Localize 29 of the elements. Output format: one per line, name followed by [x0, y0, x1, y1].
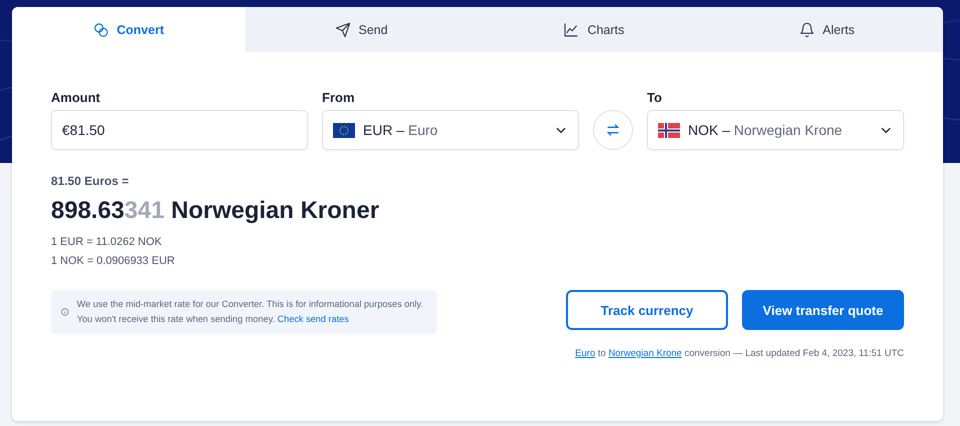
coins-icon [92, 22, 109, 38]
currency-link[interactable]: Euro [575, 348, 596, 359]
field-label: From [322, 90, 356, 105]
field-label: To [647, 90, 663, 105]
currency-select[interactable]: NOK – Norwegian Krone [647, 110, 904, 150]
source-amount: 81.50 Euros = [51, 174, 130, 188]
bell-icon [798, 22, 815, 38]
send-rates-link[interactable]: Check send rates [277, 314, 349, 324]
tab[interactable]: Alerts [710, 7, 943, 52]
field-label: Amount [51, 90, 102, 105]
tab[interactable]: Charts [478, 7, 710, 52]
chart-icon [563, 22, 580, 38]
quote-button[interactable]: View transfer quote [742, 290, 904, 330]
swap-icon [605, 122, 621, 138]
update-note: Euro to Norwegian Krone conversion — Last updated Feb 4, 2023, 11:51 UTC [575, 348, 904, 359]
exchange-rate: 1 EUR = 11.0262 NOK [51, 235, 163, 250]
exchange-rate: 1 NOK = 0.0906933 EUR [51, 254, 176, 269]
currency-select[interactable]: EUR – Euro [322, 110, 579, 150]
flag-icon [658, 122, 680, 138]
currency-link[interactable]: Norwegian Krone [608, 348, 682, 359]
flag-icon [333, 122, 355, 138]
tab[interactable]: Convert [12, 7, 245, 52]
send-icon [334, 22, 351, 38]
note-text: We use the mid-market rate for our Converter. This is for informational purposes only. You won't receive this rate when sending money. Check send rates [76, 298, 424, 326]
amount-field[interactable]: €81.50 [51, 110, 308, 150]
tab[interactable]: Send [244, 7, 478, 52]
converted-amount: 898.63341 Norwegian Kroner [51, 197, 380, 225]
track-button[interactable]: Track currency [566, 290, 728, 330]
swap-button[interactable] [593, 110, 633, 150]
